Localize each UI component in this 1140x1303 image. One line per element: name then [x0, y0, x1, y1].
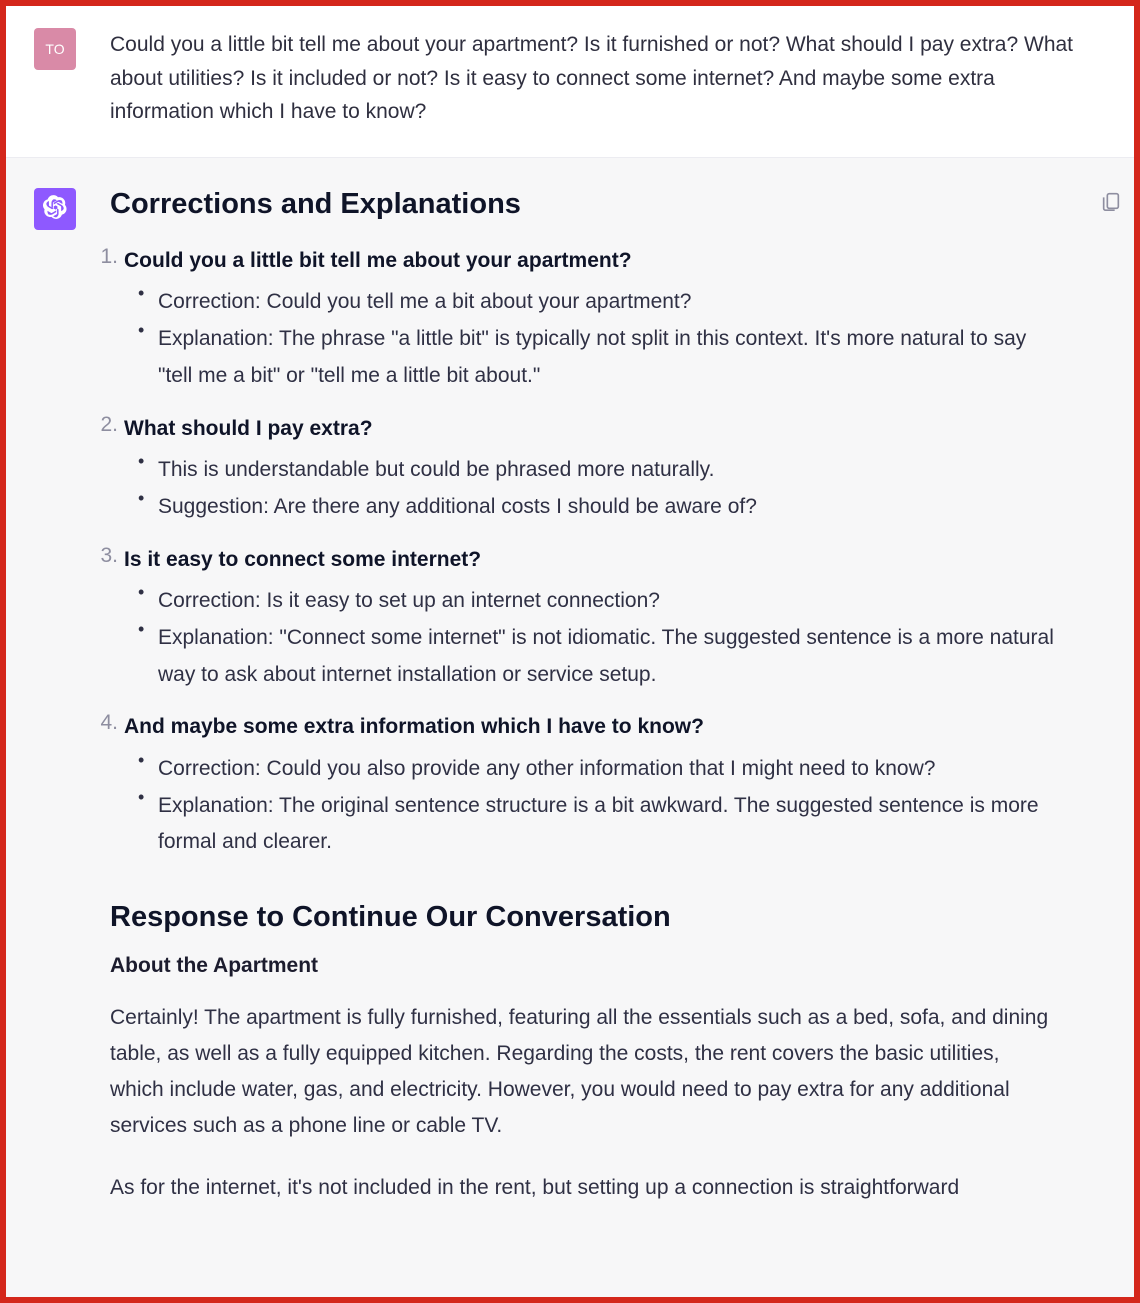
assistant-message-content: Corrections and Explanations Could you a…	[110, 188, 1106, 1297]
response-paragraph: As for the internet, it's not included i…	[110, 1170, 1056, 1206]
correction-item: Could you a little bit tell me about you…	[92, 245, 1056, 395]
correction-points: Correction: Could you tell me a bit abou…	[138, 284, 1056, 394]
corrections-list: Could you a little bit tell me about you…	[92, 245, 1056, 861]
correction-point: Correction: Could you tell me a bit abou…	[138, 284, 1056, 321]
correction-title: And maybe some extra information which I…	[124, 711, 1056, 743]
correction-point: Explanation: The phrase "a little bit" i…	[138, 321, 1056, 395]
assistant-avatar	[34, 188, 76, 230]
correction-item: What should I pay extra? This is underst…	[92, 413, 1056, 526]
correction-title: Is it easy to connect some internet?	[124, 544, 1056, 576]
correction-points: Correction: Is it easy to set up an inte…	[138, 583, 1056, 693]
correction-item: Is it easy to connect some internet? Cor…	[92, 544, 1056, 694]
user-avatar-initials: TO	[45, 41, 64, 57]
assistant-message-row: Corrections and Explanations Could you a…	[6, 158, 1134, 1297]
correction-point: Correction: Could you also provide any o…	[138, 751, 1056, 788]
correction-points: Correction: Could you also provide any o…	[138, 751, 1056, 861]
correction-points: This is understandable but could be phra…	[138, 452, 1056, 526]
correction-point: Explanation: The original sentence struc…	[138, 788, 1056, 862]
correction-title: What should I pay extra?	[124, 413, 1056, 445]
correction-point: This is understandable but could be phra…	[138, 452, 1056, 489]
copy-button[interactable]	[1100, 190, 1122, 212]
user-avatar: TO	[34, 28, 76, 70]
correction-point: Correction: Is it easy to set up an inte…	[138, 583, 1056, 620]
user-message-text: Could you a little bit tell me about you…	[110, 28, 1106, 129]
correction-title: Could you a little bit tell me about you…	[124, 245, 1056, 277]
correction-point: Suggestion: Are there any additional cos…	[138, 489, 1056, 526]
correction-item: And maybe some extra information which I…	[92, 711, 1056, 861]
response-paragraph: Certainly! The apartment is fully furnis…	[110, 1000, 1056, 1144]
chat-frame: TO Could you a little bit tell me about …	[0, 0, 1140, 1303]
response-heading: Response to Continue Our Conversation	[110, 901, 1056, 934]
correction-point: Explanation: "Connect some internet" is …	[138, 620, 1056, 694]
openai-logo-icon	[43, 195, 67, 222]
about-apartment-heading: About the Apartment	[110, 954, 1056, 978]
user-message-row: TO Could you a little bit tell me about …	[6, 6, 1134, 158]
corrections-heading: Corrections and Explanations	[110, 188, 1056, 221]
clipboard-icon	[1100, 199, 1122, 216]
